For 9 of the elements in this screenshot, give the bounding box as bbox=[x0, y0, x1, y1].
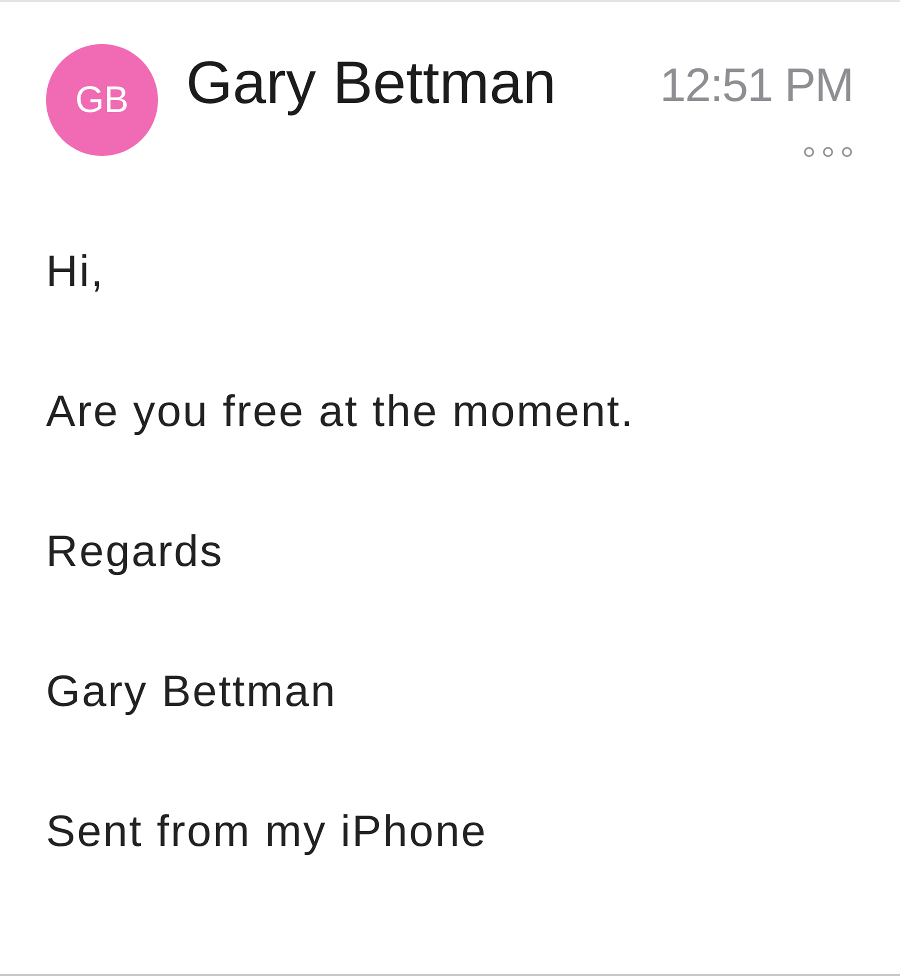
message-text: Hi, bbox=[46, 246, 105, 298]
sender-name: Gary Bettman bbox=[186, 49, 556, 117]
more-options-icon[interactable] bbox=[803, 146, 853, 158]
message-text: Regards bbox=[46, 526, 224, 578]
message-time: 12:51 PM bbox=[660, 58, 853, 112]
message-text: Are you free at the moment. bbox=[46, 386, 635, 438]
message-text: Sent from my iPhone bbox=[46, 806, 488, 858]
avatar: GB bbox=[46, 44, 158, 156]
message-text: Gary Bettman bbox=[46, 666, 337, 718]
